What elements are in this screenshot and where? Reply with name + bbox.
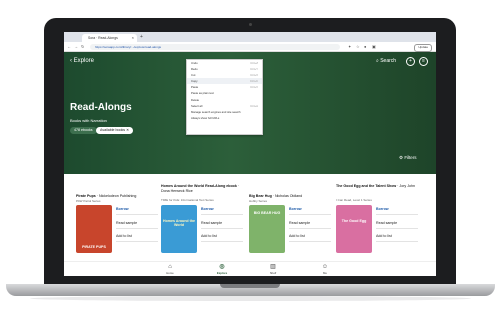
laptop-screen: Sora · Read-Alongs × + ← → ↻ https://sor…	[64, 32, 436, 276]
browser-toolbar: ← → ↻ https://soraapp.com/library/.../ex…	[64, 42, 436, 52]
book-series: TIME for Kids: Informational Text Series	[161, 198, 214, 202]
menu-icon[interactable]: ≡	[419, 57, 428, 66]
home-icon: ⌂	[168, 264, 172, 270]
bottom-navigation: ⌂ Home ◎ Explore ▥ Shelf ☺ Me	[64, 261, 436, 276]
read-sample-button[interactable]: Read sample	[116, 219, 158, 229]
book-cover[interactable]: Homes Around the World	[161, 205, 197, 253]
back-icon[interactable]: ←	[67, 43, 71, 50]
page-title: Read-Alongs	[70, 102, 132, 113]
borrow-button[interactable]: Borrow	[376, 205, 418, 215]
laptop-base	[6, 284, 495, 296]
add-to-list-button[interactable]: Add to list	[289, 232, 331, 242]
back-to-explore-link[interactable]: ‹ Explore	[70, 57, 94, 65]
nav-me[interactable]: ☺ Me	[315, 264, 335, 275]
count-chip: 478 ebooks	[70, 127, 97, 134]
sidebar-icon[interactable]: ▣	[372, 43, 376, 50]
filters-label: Filters	[404, 155, 417, 160]
book-card: Homes Around the World Read-Along ebook …	[161, 184, 243, 264]
webcam	[249, 23, 252, 26]
search-button[interactable]: ⌕ Search	[376, 57, 396, 65]
user-icon: ☺	[321, 264, 329, 270]
nav-home[interactable]: ⌂ Home	[160, 264, 180, 275]
filter-icon: ⚙	[399, 155, 404, 160]
nav-shelf[interactable]: ▥ Shelf	[263, 264, 283, 275]
book-series: PAW Patrol Series	[76, 199, 101, 203]
book-card: The Good Egg and the Talent Show · Jory …	[336, 184, 418, 264]
read-sample-button[interactable]: Read sample	[289, 219, 331, 229]
book-cover[interactable]: PIRATE PUPS	[76, 205, 112, 253]
book-title[interactable]: Homes Around the World Read-Along ebook …	[161, 184, 243, 193]
browser-tab[interactable]: Sora · Read-Alongs ×	[82, 34, 137, 42]
laptop-lid: Sora · Read-Alongs × + ← → ↻ https://sor…	[44, 18, 456, 286]
book-title[interactable]: The Good Egg and the Talent Show · Jory …	[336, 184, 418, 189]
search-icon: ⌕	[376, 58, 379, 64]
read-sample-button[interactable]: Read sample	[201, 219, 243, 229]
binoculars-icon: ◎	[219, 264, 225, 270]
book-series: I Can Read, Level 1 Series	[336, 198, 372, 202]
book-cover[interactable]: The Good Egg	[336, 205, 372, 253]
browser-tab-bar: Sora · Read-Alongs × +	[64, 32, 436, 49]
profile-icon[interactable]: ●	[364, 43, 366, 50]
extension-icon[interactable]: ✦	[348, 43, 351, 50]
available-filter-chip[interactable]: Available books ✕	[96, 127, 134, 134]
close-tab-icon[interactable]: ×	[132, 34, 134, 42]
reload-icon[interactable]: ↻	[81, 43, 84, 50]
context-menu: Undo Ctrl+Z Redo Ctrl+Y Cut Ctrl+X Copy Ctrl…	[186, 59, 263, 135]
book-series: Hobby Series	[249, 199, 268, 203]
add-to-list-button[interactable]: Add to list	[201, 232, 243, 242]
tab-title: Sora · Read-Alongs	[88, 36, 118, 40]
forward-icon[interactable]: →	[74, 43, 78, 50]
filters-button[interactable]: ⚙ Filters	[399, 155, 417, 161]
update-button[interactable]: Update	[414, 43, 432, 52]
laptop-hinge-notch	[220, 284, 280, 288]
menu-item-full-urls[interactable]: Always show full URLs	[187, 115, 262, 121]
laptop-shadow	[30, 296, 471, 301]
shelf-icon: ▥	[270, 264, 276, 270]
new-tab-icon[interactable]: +	[140, 34, 143, 41]
read-sample-button[interactable]: Read sample	[376, 219, 418, 229]
search-label: Search	[380, 58, 397, 64]
borrow-button[interactable]: Borrow	[289, 205, 331, 215]
bookmark-icon[interactable]: ☆	[356, 43, 360, 50]
book-cover[interactable]: BIG BEAR HUG	[249, 205, 285, 253]
add-to-list-button[interactable]: Add to list	[376, 232, 418, 242]
page-subtitle: Books with Narration	[70, 118, 107, 123]
address-bar[interactable]: https://soraapp.com/library/.../explore/…	[90, 43, 340, 50]
add-to-list-button[interactable]: Add to list	[116, 232, 158, 242]
nav-explore[interactable]: ◎ Explore	[212, 264, 232, 275]
book-title[interactable]: Big Bear Hug · Nicholas Oldland	[249, 194, 331, 199]
borrow-button[interactable]: Borrow	[201, 205, 243, 215]
borrow-button[interactable]: Borrow	[116, 205, 158, 215]
add-icon[interactable]: +	[406, 57, 415, 66]
book-title[interactable]: Pirate Pups · Nickelodeon Publishing	[76, 194, 158, 199]
